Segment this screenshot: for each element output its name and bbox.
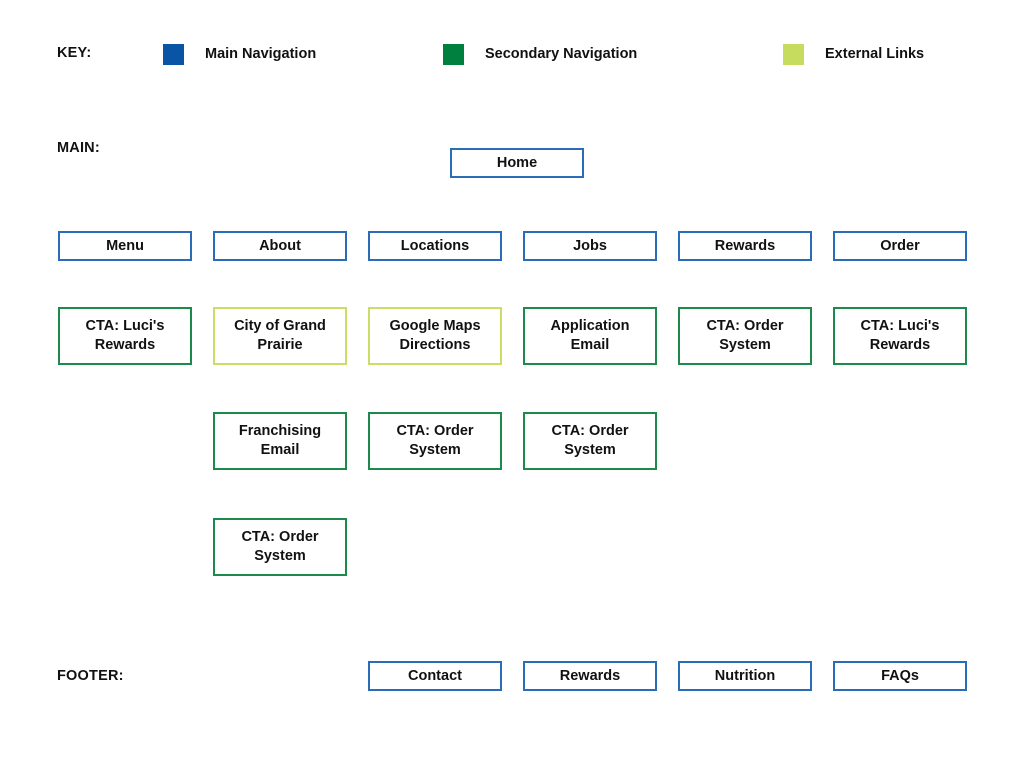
key-label: KEY: [57,45,92,61]
main-navigation-swatch [163,43,184,65]
node-city-of-grand-prairie[interactable]: City of Grand Prairie [213,307,347,365]
node-rewards-label: Rewards [714,237,776,254]
node-menu-label: Menu [106,237,144,254]
node-cta-order-system-1[interactable]: CTA: Order System [678,307,812,365]
node-cta-order-system-2[interactable]: CTA: Order System [368,412,502,470]
sitemap-canvas: KEY: Main Navigation Secondary Navigatio… [0,0,1024,768]
legend-item-external-links: External Links [783,43,924,65]
node-cta-order-system-3[interactable]: CTA: Order System [523,412,657,470]
main-section-label: MAIN: [57,140,100,156]
legend-label-external-links: External Links [825,46,925,62]
node-cta-order-system-3-label: CTA: Order System [551,423,629,458]
node-home-label: Home [496,154,538,171]
node-locations[interactable]: Locations [368,231,502,261]
node-application-email[interactable]: Application Email [523,307,657,365]
node-locations-label: Locations [400,237,470,254]
node-order-label: Order [880,237,920,254]
node-cta-lucis-rewards-2-label: CTA: Luci's Rewards [860,318,940,353]
node-application-email-label: Application Email [550,318,630,353]
legend-item-secondary-navigation: Secondary Navigation [443,43,637,65]
node-about-label: About [259,237,301,254]
node-google-maps-directions[interactable]: Google Maps Directions [368,307,502,365]
node-cta-order-system-4[interactable]: CTA: Order System [213,518,347,576]
node-google-maps-directions-label: Google Maps Directions [389,318,481,353]
node-footer-contact[interactable]: Contact [368,661,502,691]
node-cta-lucis-rewards-1[interactable]: CTA: Luci's Rewards [58,307,192,365]
legend-item-main-navigation: Main Navigation [163,43,316,65]
node-city-of-grand-prairie-label: City of Grand Prairie [234,318,326,353]
node-jobs[interactable]: Jobs [523,231,657,261]
node-order[interactable]: Order [833,231,967,261]
legend-label-secondary-navigation: Secondary Navigation [485,46,638,62]
footer-section-label: FOOTER: [57,668,124,684]
node-footer-contact-label: Contact [408,667,462,684]
node-cta-lucis-rewards-2[interactable]: CTA: Luci's Rewards [833,307,967,365]
node-cta-lucis-rewards-1-label: CTA: Luci's Rewards [85,318,165,353]
node-footer-rewards-label: Rewards [559,667,621,684]
node-footer-faqs[interactable]: FAQs [833,661,967,691]
node-footer-nutrition-label: Nutrition [714,667,776,684]
node-rewards[interactable]: Rewards [678,231,812,261]
node-home[interactable]: Home [450,148,584,178]
node-cta-order-system-2-label: CTA: Order System [396,423,474,458]
legend-label-main-navigation: Main Navigation [205,46,317,62]
node-footer-nutrition[interactable]: Nutrition [678,661,812,691]
node-footer-rewards[interactable]: Rewards [523,661,657,691]
node-franchising-email[interactable]: Franchising Email [213,412,347,470]
node-about[interactable]: About [213,231,347,261]
external-links-swatch [783,43,804,65]
node-menu[interactable]: Menu [58,231,192,261]
node-cta-order-system-4-label: CTA: Order System [241,529,319,564]
node-franchising-email-label: Franchising Email [238,423,322,458]
secondary-navigation-swatch [443,43,464,65]
node-cta-order-system-1-label: CTA: Order System [706,318,784,353]
node-jobs-label: Jobs [573,237,607,254]
node-footer-faqs-label: FAQs [881,667,919,684]
